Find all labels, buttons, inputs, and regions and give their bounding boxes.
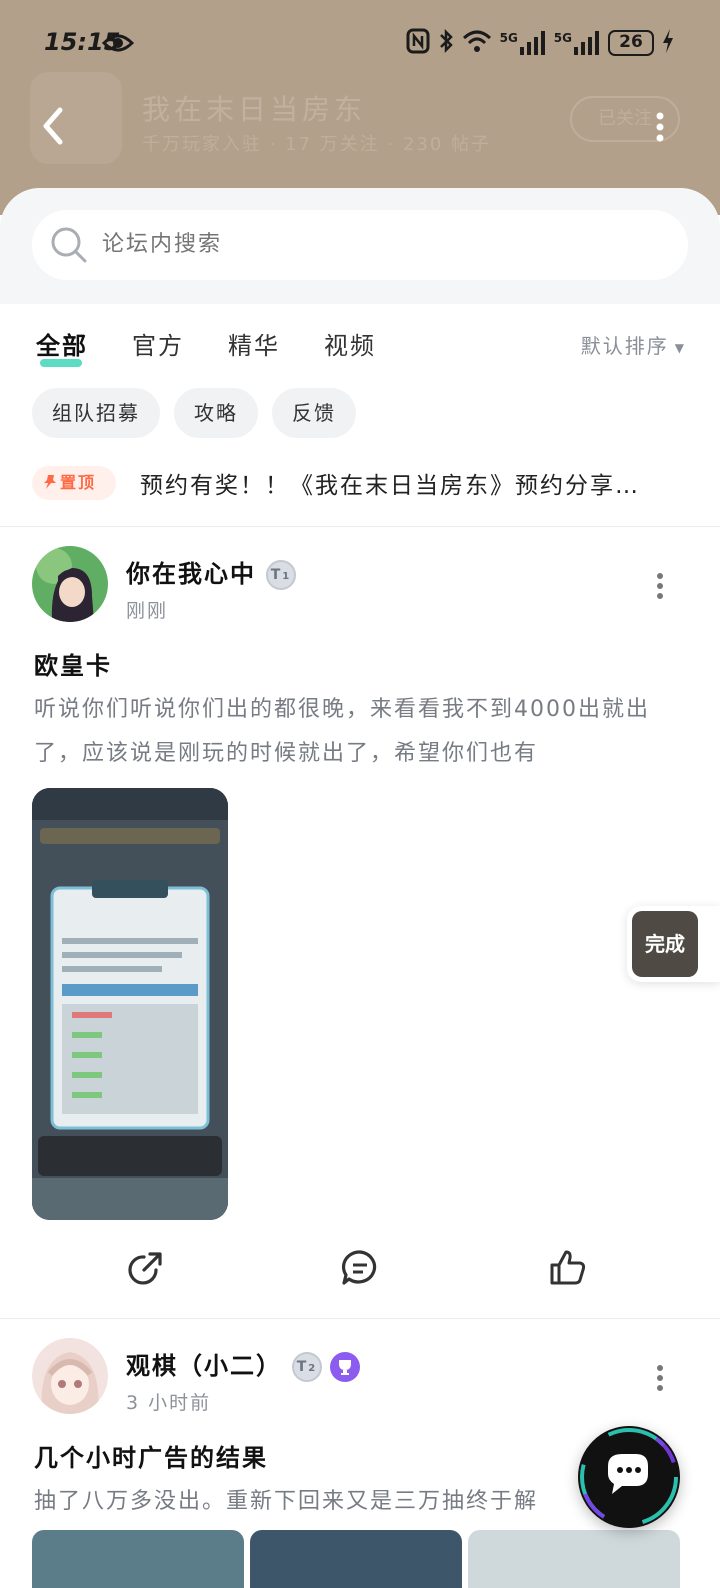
- tab-video[interactable]: 视频: [324, 326, 376, 361]
- post-image-thumb[interactable]: [32, 1530, 244, 1588]
- tab-label: 精华: [228, 332, 280, 360]
- chevron-left-icon: [43, 107, 63, 145]
- level-badge: T1: [266, 560, 296, 590]
- more-options-button[interactable]: [648, 110, 672, 144]
- eye-icon: [101, 32, 135, 58]
- search-box[interactable]: [32, 210, 688, 280]
- system-icons: 5G 5G 26: [406, 28, 674, 58]
- post-image-row: [32, 1530, 680, 1588]
- post-more-button[interactable]: [652, 1364, 668, 1392]
- category-tabs: 全部 官方 精华 视频: [36, 326, 376, 367]
- status-bar: 15:15 5G 5G 26: [0, 22, 720, 62]
- sort-label: 默认排序: [580, 334, 669, 358]
- battery-icon: 26: [608, 30, 654, 56]
- signal-icon-2: 5G: [554, 31, 600, 55]
- share-button[interactable]: [126, 1248, 166, 1288]
- more-vertical-icon: [657, 1365, 663, 1391]
- search-icon: [50, 226, 88, 268]
- divider: [0, 1318, 720, 1319]
- comment-icon: [341, 1250, 377, 1285]
- chip-feedback[interactable]: 反馈: [272, 388, 356, 438]
- forum-title: 我在末日当房东: [142, 93, 367, 126]
- post-image[interactable]: [32, 788, 228, 1220]
- forum-header: 我在末日当房东 千万玩家入驻 · 17 万关注 · 230 帖子 已关注 15:…: [0, 0, 720, 215]
- bluetooth-icon: [438, 28, 454, 58]
- post-actions: [0, 1248, 720, 1308]
- tab-all[interactable]: 全部: [36, 326, 88, 367]
- sort-dropdown[interactable]: 默认排序 ▼: [581, 330, 686, 359]
- pinned-badge: 置顶: [32, 466, 116, 500]
- author-label: 你在我心中: [126, 560, 256, 588]
- post-image-thumb[interactable]: [468, 1530, 680, 1588]
- pin-icon: [44, 475, 56, 489]
- pinned-badge-label: 置顶: [60, 473, 97, 492]
- more-vertical-icon: [656, 112, 664, 142]
- signal-icon-1: 5G: [500, 31, 546, 55]
- avatar[interactable]: [32, 1338, 108, 1414]
- post-more-button[interactable]: [652, 572, 668, 600]
- tab-featured[interactable]: 精华: [228, 326, 280, 361]
- avatar[interactable]: [32, 546, 108, 622]
- divider: [0, 526, 720, 527]
- chip-team-recruit[interactable]: 组队招募: [32, 388, 160, 438]
- author-label: 观棋（小二）: [126, 1352, 282, 1380]
- topic-chips: 组队招募 攻略 反馈: [32, 388, 356, 438]
- tab-label: 官方: [132, 332, 184, 360]
- level-number: 2: [308, 1363, 318, 1374]
- author-name[interactable]: 观棋（小二） T2: [126, 1346, 360, 1382]
- more-vertical-icon: [657, 573, 663, 599]
- like-button[interactable]: [548, 1248, 588, 1288]
- post-title: 几个小时广告的结果: [34, 1444, 268, 1472]
- pinned-post[interactable]: 置顶 预约有奖！！《我在末日当房东》预约分享…: [32, 464, 692, 504]
- tab-active-indicator: [40, 359, 82, 367]
- post-body: 抽了八万多没出。重新下回来又是三万抽终于解: [34, 1489, 539, 1514]
- tab-label: 视频: [324, 332, 376, 360]
- share-icon: [128, 1252, 162, 1285]
- network-type-label: 5G: [553, 31, 572, 45]
- tab-label: 全部: [36, 332, 88, 360]
- author-name[interactable]: 你在我心中 T1: [126, 554, 296, 590]
- post-title: 欧皇卡: [34, 652, 112, 680]
- pinned-title: 预约有奖！！《我在末日当房东》预约分享…: [140, 473, 640, 499]
- chip-guide[interactable]: 攻略: [174, 388, 258, 438]
- wifi-icon: [462, 29, 492, 57]
- post-time: 3 小时前: [126, 1392, 212, 1414]
- network-type-label: 5G: [499, 31, 518, 45]
- post-time: 刚刚: [126, 600, 169, 622]
- trophy-icon: [330, 1352, 360, 1382]
- floating-done-widget[interactable]: 完成: [627, 906, 720, 982]
- nfc-icon: [406, 28, 430, 58]
- caret-down-icon: ▼: [674, 340, 686, 355]
- done-label: 完成: [632, 911, 698, 977]
- level-badge: T2: [292, 1352, 322, 1382]
- post-body: 听说你们听说你们出的都很晚，来看看我不到4000出就出了，应该说是刚玩的时候就出…: [34, 697, 650, 766]
- thumbs-up-icon: [550, 1250, 586, 1285]
- game-screenshot-image: [32, 788, 228, 1220]
- comment-button[interactable]: [340, 1248, 380, 1288]
- chat-icon: [580, 1428, 678, 1526]
- forum-subtitle: 千万玩家入驻 · 17 万关注 · 230 帖子: [142, 134, 492, 155]
- tab-official[interactable]: 官方: [132, 326, 184, 361]
- search-input[interactable]: [102, 210, 662, 280]
- charging-icon: [662, 29, 674, 57]
- chat-fab-button[interactable]: [578, 1426, 680, 1528]
- search-area: [0, 188, 720, 304]
- back-button[interactable]: [36, 104, 76, 148]
- post-image-thumb[interactable]: [250, 1530, 462, 1588]
- level-number: 1: [282, 571, 292, 582]
